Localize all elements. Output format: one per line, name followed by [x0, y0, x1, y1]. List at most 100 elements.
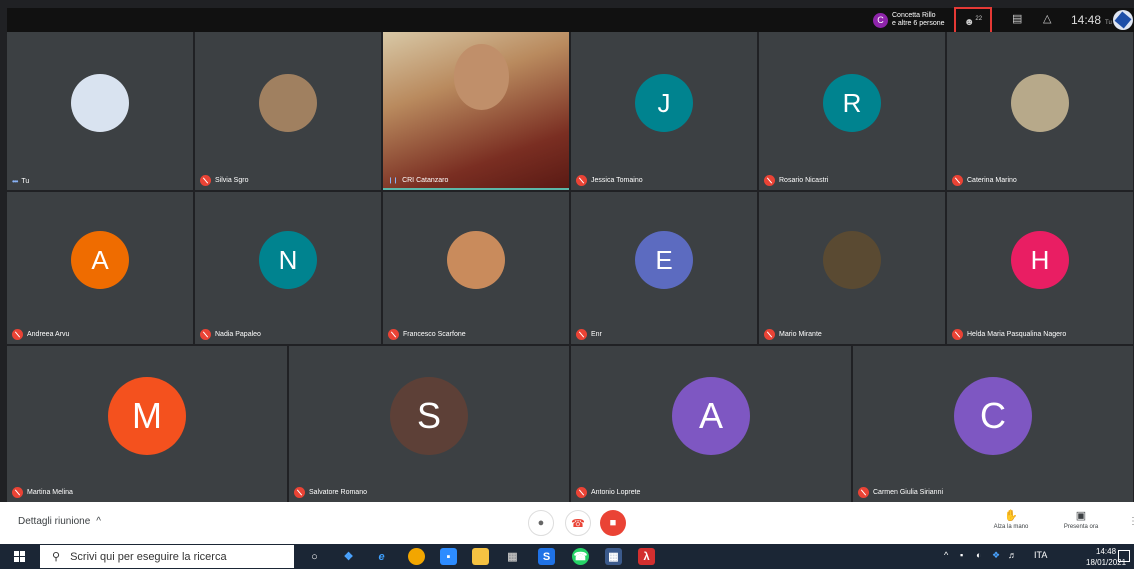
meeting-controls: Dettagli riunione ^ ● ☎ ■ ✋ Alza la mano… — [0, 502, 1134, 544]
participant-name: Enr — [591, 331, 602, 338]
participant-name: Andreea Arvu — [27, 331, 70, 338]
participant-tile[interactable]: M Martina Melina — [7, 346, 287, 502]
participant-initial-avatar: A — [71, 231, 129, 289]
file-explorer-icon[interactable] — [472, 548, 489, 565]
participant-name: Carmen Giulia Sirianni — [873, 489, 944, 496]
participant-name: Antonio Loprete — [591, 489, 641, 496]
hand-icon: ✋ — [1004, 510, 1018, 522]
speaking-icon: ❙❙ — [388, 178, 399, 184]
participant-photo-avatar — [259, 74, 317, 132]
participant-name: Mario Mirante — [779, 331, 822, 338]
participant-initial-avatar: S — [390, 377, 468, 455]
participant-name: Francesco Scarfone — [403, 331, 466, 338]
participant-name: Tu — [21, 178, 30, 185]
participant-tile[interactable]: N Nadia Papaleo — [195, 192, 381, 344]
mic-off-icon — [576, 487, 587, 498]
participant-name: Rosario Nicastri — [779, 177, 829, 184]
more-options-icon[interactable]: ⋮ — [1128, 516, 1134, 527]
tray-app-icon[interactable]: ▪ — [960, 550, 963, 560]
windows-start-icon[interactable] — [14, 551, 25, 562]
participant-name: CRI Catanzaro — [402, 177, 449, 184]
activities-icon[interactable]: △ — [1043, 12, 1051, 25]
participant-tile[interactable]: H Helda Maria Pasqualina Nagero — [947, 192, 1133, 344]
participant-tile[interactable]: Francesco Scarfone — [383, 192, 569, 344]
participant-initial-avatar: C — [954, 377, 1032, 455]
participant-tile[interactable]: Silvia Sgro — [195, 32, 381, 190]
audio-dots-icon: ••• — [12, 177, 18, 186]
participant-name-row: Caterina Marino — [952, 175, 1017, 186]
participant-name-row: Helda Maria Pasqualina Nagero — [952, 329, 1066, 340]
mic-button[interactable]: ● — [528, 510, 554, 536]
present-icon: ▣ — [1075, 510, 1087, 522]
hangup-button[interactable]: ☎ — [565, 510, 591, 536]
participant-name-row: Jessica Tomaino — [576, 175, 643, 186]
participant-name-row: Andreea Arvu — [12, 329, 69, 340]
participant-photo-avatar — [71, 74, 129, 132]
mic-off-icon — [576, 329, 587, 340]
present-button[interactable]: ▣ Presenta ora — [1056, 509, 1106, 530]
participant-name-row: Rosario Nicastri — [764, 175, 828, 186]
zoom-icon[interactable]: ▪ — [440, 548, 457, 565]
mic-off-icon — [858, 487, 869, 498]
meeting-details-button[interactable]: Dettagli riunione ^ — [18, 516, 101, 527]
people-icon: ☻ — [963, 16, 975, 28]
network-app-icon[interactable]: ▦ — [504, 548, 521, 565]
participant-name: Silvia Sgro — [215, 177, 249, 184]
raise-hand-label: Alza la mano — [993, 524, 1029, 530]
notification-icon[interactable] — [1118, 550, 1130, 562]
pdf-reader-icon[interactable]: λ — [638, 548, 655, 565]
language-indicator[interactable]: ITA — [1034, 550, 1047, 560]
mic-off-icon — [764, 329, 775, 340]
volume-icon[interactable]: ♬ — [1008, 550, 1017, 560]
chat-icon[interactable]: ▤ — [1012, 12, 1022, 25]
dropbox-icon[interactable]: ❖ — [340, 548, 357, 565]
camera-button[interactable]: ■ — [600, 510, 626, 536]
meeting-clock: 14:48 — [1071, 13, 1102, 27]
raise-hand-button[interactable]: ✋ Alza la mano — [986, 509, 1036, 530]
chrome-icon[interactable] — [408, 548, 425, 565]
participant-tile[interactable]: ❙❙ CRI Catanzaro — [383, 32, 569, 190]
app-icon[interactable]: ▦ — [605, 548, 622, 565]
cortana-icon[interactable]: ○ — [306, 548, 323, 565]
skype-icon[interactable]: S — [538, 548, 555, 565]
participant-tile[interactable]: S Salvatore Romano — [289, 346, 569, 502]
tray-dropbox-icon[interactable]: ❖ — [992, 550, 1000, 561]
participant-name-row: Carmen Giulia Sirianni — [858, 487, 943, 498]
participant-name-row: Francesco Scarfone — [388, 329, 466, 340]
participant-tile[interactable]: A Andreea Arvu — [7, 192, 193, 344]
taskbar-search[interactable]: ⚲ Scrivi qui per eseguire la ricerca — [40, 545, 294, 568]
participant-name-row: Silvia Sgro — [200, 175, 248, 186]
participant-initial-avatar: N — [259, 231, 317, 289]
participant-name: Martina Melina — [27, 489, 73, 496]
meet-window: C Concetta Rillo e altre 6 persone ☻ 22 … — [0, 0, 1134, 569]
video-feed — [453, 44, 510, 110]
participant-tile[interactable]: E Enr — [571, 192, 757, 344]
mic-off-icon — [200, 329, 211, 340]
participant-tile[interactable]: Caterina Marino — [947, 32, 1133, 190]
whatsapp-icon[interactable]: ☎ — [572, 548, 589, 565]
participant-tile[interactable]: Mario Mirante — [759, 192, 945, 344]
participant-initial-avatar: R — [823, 74, 881, 132]
people-count: 22 — [975, 16, 983, 22]
participant-name-row: Mario Mirante — [764, 329, 822, 340]
participant-tile[interactable]: ••• Tu — [7, 32, 193, 190]
participant-name: Helda Maria Pasqualina Nagero — [967, 331, 1067, 338]
participant-tile[interactable]: C Carmen Giulia Sirianni — [853, 346, 1133, 502]
tray-network-icon[interactable]: ◐ — [976, 550, 981, 560]
participant-photo-avatar — [1011, 74, 1069, 132]
chevron-up-icon: ^ — [96, 516, 101, 527]
participant-tile[interactable]: R Rosario Nicastri — [759, 32, 945, 190]
participant-photo-avatar — [447, 231, 505, 289]
self-avatar[interactable] — [1113, 10, 1133, 30]
participant-initial-avatar: M — [108, 377, 186, 455]
top-bar: C Concetta Rillo e altre 6 persone ☻ 22 … — [7, 7, 1134, 37]
edge-icon[interactable]: e — [373, 548, 390, 565]
participant-name: Nadia Papaleo — [215, 331, 261, 338]
search-icon: ⚲ — [52, 551, 61, 563]
participant-tile[interactable]: A Antonio Loprete — [571, 346, 851, 502]
mic-off-icon — [200, 175, 211, 186]
tray-expand-icon[interactable]: ^ — [944, 550, 948, 560]
mic-off-icon — [12, 487, 23, 498]
participant-tile[interactable]: J Jessica Tomaino — [571, 32, 757, 190]
presenter-avatar: C — [873, 12, 888, 28]
